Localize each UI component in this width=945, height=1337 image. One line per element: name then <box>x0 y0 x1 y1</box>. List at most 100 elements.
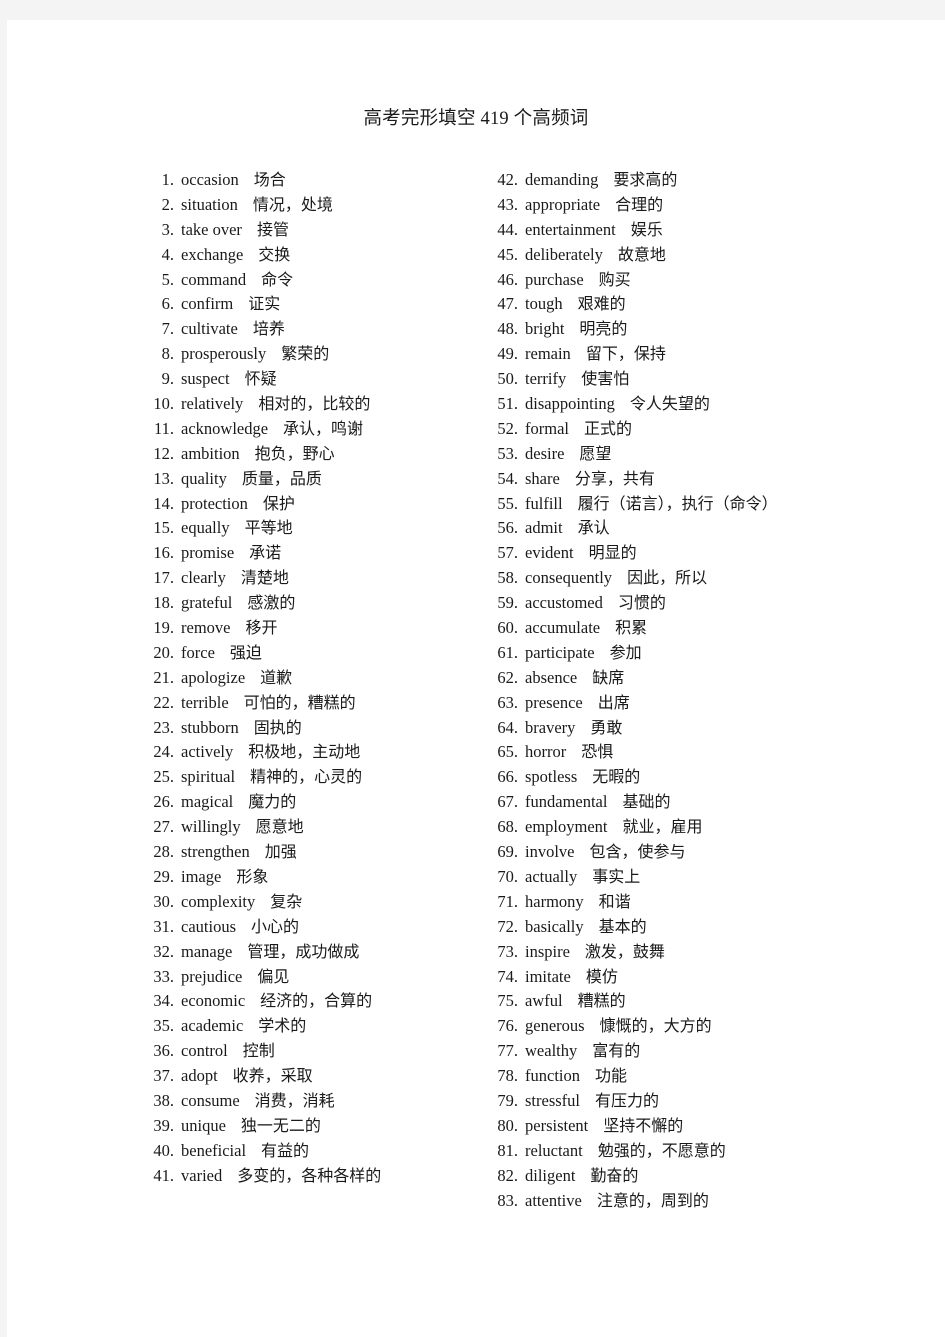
entry-chinese-meaning: 正式的 <box>583 418 632 438</box>
entry-english-word: accumulate <box>525 618 601 638</box>
entry-number: 66. <box>497 767 518 787</box>
entry-number: 58. <box>497 568 518 588</box>
vocabulary-entry: 5. command 命令 <box>150 268 480 293</box>
entry-english-word: willingly <box>181 817 241 837</box>
entry-number: 28. <box>153 842 174 862</box>
entry-chinese-meaning: 勉强的，不愿意的 <box>597 1140 726 1160</box>
vocabulary-entry: 28. strengthen 加强 <box>150 840 480 865</box>
vocabulary-entry: 29. image 形象 <box>150 865 480 890</box>
vocabulary-entry: 60. accumulate 积累 <box>494 616 914 641</box>
vocabulary-entry: 66. spotless 无暇的 <box>494 765 914 790</box>
entry-english-word: generous <box>525 1016 585 1036</box>
entry-english-word: wealthy <box>525 1041 578 1061</box>
vocabulary-entry: 17. clearly 清楚地 <box>150 566 480 591</box>
entry-chinese-meaning: 和谐 <box>598 891 631 911</box>
entry-number: 57. <box>497 543 518 563</box>
entry-english-word: confirm <box>181 294 234 314</box>
vocabulary-entry: 76. generous 慷慨的，大方的 <box>494 1014 914 1039</box>
entry-chinese-meaning: 参加 <box>609 642 642 662</box>
entry-english-word: stressful <box>525 1090 580 1110</box>
entry-number: 4. <box>161 244 174 264</box>
vocabulary-entry: 41. varied 多变的，各种各样的 <box>150 1164 480 1189</box>
entry-english-word: take over <box>181 219 242 239</box>
entry-chinese-meaning: 坚持不懈的 <box>603 1115 684 1135</box>
entry-english-word: presence <box>525 692 583 712</box>
vocabulary-entry: 69. involve 包含，使参与 <box>494 840 914 865</box>
entry-chinese-meaning: 情况，处境 <box>252 194 333 214</box>
entry-chinese-meaning: 注意的，周到的 <box>596 1190 709 1210</box>
vocabulary-entry: 70. actually 事实上 <box>494 865 914 890</box>
entry-english-word: appropriate <box>525 194 601 214</box>
vocabulary-entry: 7. cultivate 培养 <box>150 317 480 342</box>
entry-number: 76. <box>497 1016 518 1036</box>
entry-english-word: function <box>525 1066 580 1086</box>
entry-chinese-meaning: 复杂 <box>270 891 303 911</box>
entry-chinese-meaning: 清楚地 <box>240 568 289 588</box>
entry-english-word: cautious <box>181 916 236 936</box>
vocabulary-entry: 11. acknowledge 承认，鸣谢 <box>150 417 480 442</box>
entry-english-word: relatively <box>181 394 244 414</box>
entry-english-word: actively <box>181 742 234 762</box>
entry-english-word: suspect <box>181 369 230 389</box>
entry-english-word: command <box>181 269 247 289</box>
entry-english-word: fulfill <box>525 493 563 513</box>
entry-english-word: deliberately <box>525 244 603 264</box>
vocabulary-entry: 43. appropriate 合理的 <box>494 193 914 218</box>
entry-number: 46. <box>497 269 518 289</box>
vocabulary-entry: 54. share 分享，共有 <box>494 467 914 492</box>
entry-chinese-meaning: 购买 <box>598 269 631 289</box>
entry-chinese-meaning: 娱乐 <box>630 219 663 239</box>
vocabulary-entry: 33. prejudice 偏见 <box>150 965 480 990</box>
entry-number: 43. <box>497 194 518 214</box>
entry-chinese-meaning: 无暇的 <box>592 767 641 787</box>
vocabulary-entry: 2. situation 情况，处境 <box>150 193 480 218</box>
entry-number: 71. <box>497 891 518 911</box>
entry-english-word: quality <box>181 468 227 488</box>
entry-number: 11. <box>153 418 174 438</box>
entry-english-word: desire <box>525 443 565 463</box>
vocabulary-entry: 27. willingly 愿意地 <box>150 815 480 840</box>
entry-english-word: absence <box>525 667 578 687</box>
entry-number: 25. <box>153 767 174 787</box>
entry-chinese-meaning: 愿意地 <box>255 817 304 837</box>
entry-chinese-meaning: 接管 <box>256 219 289 239</box>
entry-number: 42. <box>497 170 518 189</box>
entry-number: 81. <box>497 1140 518 1160</box>
entry-chinese-meaning: 形象 <box>236 866 269 886</box>
entry-chinese-meaning: 道歉 <box>260 667 293 687</box>
vocabulary-entry: 59. accustomed 习惯的 <box>494 591 914 616</box>
vocabulary-entry: 68. employment 就业，雇用 <box>494 815 914 840</box>
entry-english-word: exchange <box>181 244 244 264</box>
entry-number: 18. <box>153 593 174 613</box>
entry-english-word: reluctant <box>525 1140 583 1160</box>
entry-chinese-meaning: 慷慨的，大方的 <box>599 1016 712 1036</box>
entry-number: 31. <box>153 916 174 936</box>
vocabulary-entry: 83. attentive 注意的，周到的 <box>494 1189 914 1214</box>
entry-number: 10. <box>153 394 174 414</box>
entry-chinese-meaning: 强迫 <box>229 642 262 662</box>
vocabulary-entry: 12. ambition 抱负，野心 <box>150 442 480 467</box>
entry-english-word: image <box>181 866 222 886</box>
entry-english-word: varied <box>181 1165 223 1185</box>
entry-number: 23. <box>153 717 174 737</box>
entry-chinese-meaning: 交换 <box>258 244 291 264</box>
vocabulary-entry: 23. stubborn 固执的 <box>150 716 480 741</box>
vocabulary-entry: 73. inspire 激发，鼓舞 <box>494 940 914 965</box>
vocabulary-entry: 26. magical 魔力的 <box>150 790 480 815</box>
entry-chinese-meaning: 抱负，野心 <box>254 443 335 463</box>
entry-number: 22. <box>153 692 174 712</box>
entry-number: 59. <box>497 593 518 613</box>
entry-chinese-meaning: 富有的 <box>592 1041 641 1061</box>
entry-number: 70. <box>497 866 518 886</box>
vocabulary-column-right: 42. demanding 要求高的 43. appropriate 合理的 44. ente… <box>494 168 914 1213</box>
entry-chinese-meaning: 移开 <box>245 618 278 638</box>
entry-number: 72. <box>497 916 518 936</box>
entry-chinese-meaning: 习惯的 <box>617 593 666 613</box>
entry-english-word: tough <box>525 294 563 314</box>
entry-number: 39. <box>153 1115 174 1135</box>
vocabulary-entry: 75. awful 糟糕的 <box>494 989 914 1014</box>
entry-number: 14. <box>153 493 174 513</box>
entry-english-word: harmony <box>525 891 584 911</box>
vocabulary-entry: 67. fundamental 基础的 <box>494 790 914 815</box>
entry-number: 80. <box>497 1115 518 1135</box>
